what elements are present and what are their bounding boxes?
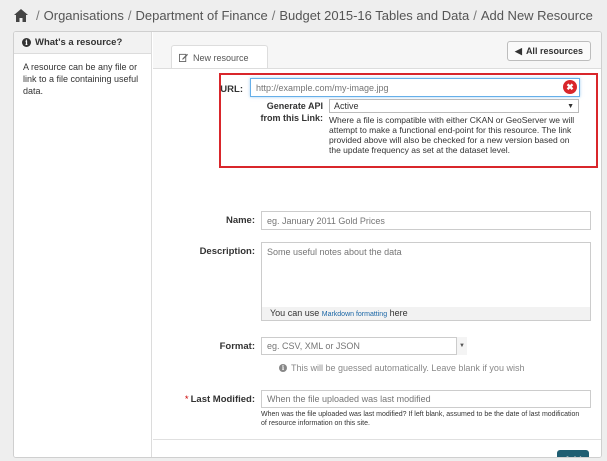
format-label: Format:	[219, 341, 255, 352]
url-input[interactable]	[250, 78, 580, 97]
breadcrumb-separator: /	[271, 7, 276, 23]
breadcrumb-current[interactable]: Add New Resource	[481, 8, 593, 23]
tab-new-resource[interactable]: New resource	[171, 45, 268, 69]
add-button[interactable]: Add	[557, 450, 589, 457]
last-modified-help: When was the file uploaded was last modi…	[261, 411, 580, 427]
clear-url-icon[interactable]: ✖	[563, 80, 577, 94]
breadcrumb: / Organisations / Department of Finance …	[14, 6, 593, 24]
generate-api-label-line2: from this Link:	[260, 113, 324, 123]
tab-label: New resource	[193, 52, 249, 63]
generate-api-select[interactable]: Active ▼	[329, 99, 579, 113]
format-dropdown-caret-icon[interactable]: ▼	[456, 337, 467, 355]
caret-down-icon: ▼	[567, 102, 574, 110]
name-label: Name:	[225, 215, 255, 226]
breadcrumb-separator: /	[127, 7, 132, 23]
last-modified-label: * Last Modified:	[155, 394, 255, 405]
main-content: New resource ◀ All resources URL: ✖ Gene…	[153, 32, 601, 457]
all-resources-button[interactable]: ◀ All resources	[507, 41, 591, 61]
info-icon: i	[279, 364, 287, 372]
breadcrumb-dataset[interactable]: Budget 2015-16 Tables and Data	[279, 8, 469, 23]
last-modified-input[interactable]	[261, 390, 591, 408]
url-label: URL:	[220, 84, 243, 95]
breadcrumb-separator: /	[36, 7, 40, 23]
markdown-suffix: here	[389, 308, 408, 318]
sidebar-heading: i What's a resource?	[14, 32, 151, 54]
info-icon: i	[22, 38, 31, 47]
markdown-prefix: You can use	[270, 308, 320, 318]
form-panel: URL: ✖ Generate API from this Link: Acti…	[153, 68, 601, 457]
breadcrumb-organisation[interactable]: Department of Finance	[135, 8, 267, 23]
all-resources-label: All resources	[525, 46, 583, 56]
sidebar: i What's a resource? A resource can be a…	[14, 32, 152, 457]
generate-api-label-line1: Generate API	[266, 101, 323, 111]
markdown-link[interactable]: Markdown formatting	[322, 311, 387, 318]
breadcrumb-organisations[interactable]: Organisations	[44, 8, 124, 23]
sidebar-description: A resource can be any file or link to a …	[23, 62, 139, 96]
breadcrumb-separator: /	[473, 7, 477, 23]
description-textarea[interactable]	[261, 242, 591, 308]
content-wrapper: i What's a resource? A resource can be a…	[13, 31, 602, 458]
markdown-hint: You can use Markdown formatting here	[261, 307, 591, 321]
last-modified-label-text: Last Modified:	[190, 394, 255, 405]
name-input[interactable]	[261, 211, 591, 230]
arrow-left-icon: ◀	[515, 45, 522, 56]
pencil-icon	[179, 53, 188, 62]
form-divider	[153, 439, 601, 440]
generate-api-selected: Active	[334, 101, 359, 111]
sidebar-heading-text: What's a resource?	[35, 37, 123, 48]
format-input[interactable]	[261, 337, 467, 355]
description-label: Description:	[199, 246, 255, 257]
generate-api-help: Where a file is compatible with either C…	[329, 115, 575, 155]
format-help-text: This will be guessed automatically. Leav…	[291, 363, 525, 373]
home-icon[interactable]	[14, 8, 28, 22]
required-mark: *	[184, 394, 189, 405]
generate-api-label: Generate API from this Link:	[223, 100, 324, 124]
format-help: i This will be guessed automatically. Le…	[279, 363, 524, 373]
